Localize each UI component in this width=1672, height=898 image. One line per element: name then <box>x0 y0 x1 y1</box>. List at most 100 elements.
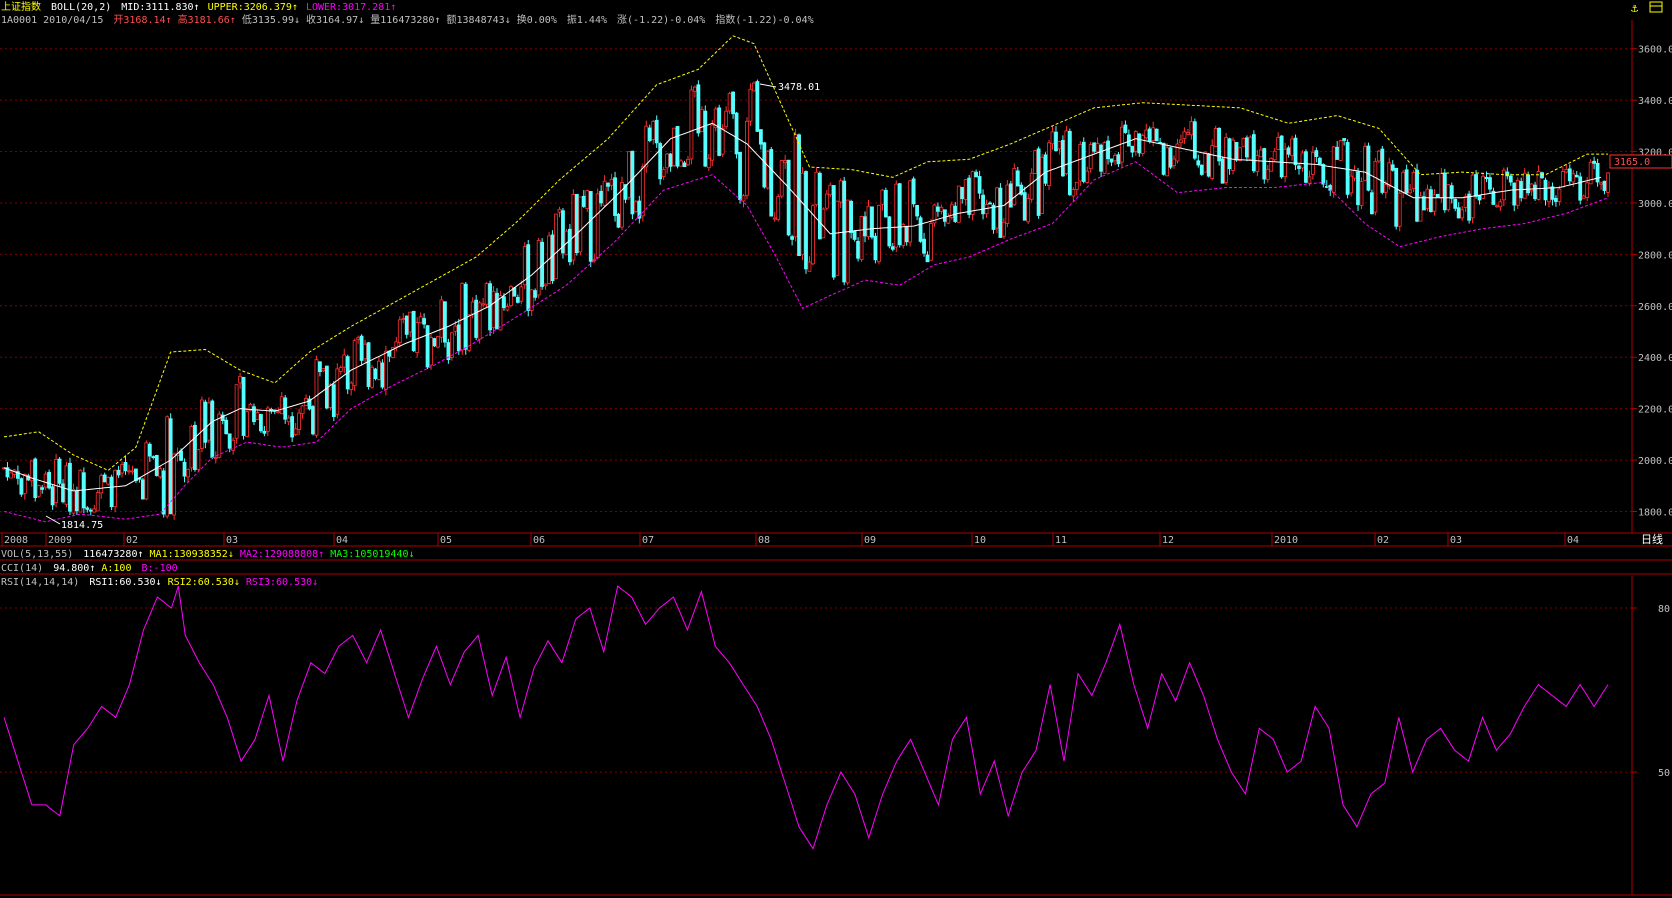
candle-body <box>404 315 409 335</box>
candle-body <box>113 469 117 507</box>
candle-body <box>1175 143 1180 162</box>
candle-body <box>484 283 489 305</box>
candle-body <box>1415 169 1419 222</box>
candle-body <box>43 473 48 488</box>
price-tick-label: 2600.00 <box>1638 302 1672 313</box>
candle-body <box>165 416 170 517</box>
candle-body <box>206 402 211 441</box>
candle-body <box>335 368 340 415</box>
candle-body <box>1581 195 1586 199</box>
candle-body <box>363 343 367 360</box>
candle-body <box>1352 169 1357 179</box>
candle-body <box>1092 142 1097 152</box>
candle-body <box>894 183 899 248</box>
candle-body <box>1331 146 1336 193</box>
candle-body <box>1186 132 1190 135</box>
candle-body <box>1061 139 1065 177</box>
candle-body <box>252 406 256 423</box>
candle-body <box>821 208 826 239</box>
candle-body <box>19 478 24 495</box>
candle-body <box>904 226 909 243</box>
candle-body <box>859 216 864 260</box>
candle-body <box>1304 151 1308 183</box>
candle-body <box>578 196 583 253</box>
candle-body <box>1442 172 1447 211</box>
candle-body <box>1373 161 1378 213</box>
candle-body <box>1578 176 1583 201</box>
candle-body <box>804 171 808 270</box>
candle-body <box>161 470 166 515</box>
candle-body <box>102 474 107 483</box>
candle-body <box>1567 168 1572 182</box>
candle-body <box>328 384 333 408</box>
candle-body <box>470 301 475 315</box>
candle-body <box>1179 139 1183 144</box>
candle-body <box>338 367 343 372</box>
candle-body <box>394 341 399 348</box>
svg-text:⚓: ⚓ <box>1631 1 1639 15</box>
candle-body <box>1547 186 1551 203</box>
candle-body <box>144 442 149 500</box>
candle-body <box>1022 192 1027 221</box>
candle-body <box>1165 147 1169 177</box>
candle-body <box>415 322 420 353</box>
time-axis-labels: 2008 2009 02 03 04 05 06 07 08 09 10 11 12 2010 02 03 04 <box>1 533 1579 546</box>
candle-body <box>1210 145 1215 179</box>
candle-body <box>265 407 270 432</box>
candle-body <box>1040 157 1044 214</box>
period-label[interactable]: 日线 <box>1641 532 1663 546</box>
stock-chart[interactable]: 1800.00 2000.00 2200.00 2400.00 2600.00 2800.… <box>0 0 1672 898</box>
candle-body <box>1099 144 1104 172</box>
candle-body <box>85 507 90 510</box>
candle-body <box>359 335 364 361</box>
candle-body <box>1387 162 1392 187</box>
candle-body <box>64 465 69 505</box>
candle-body <box>1571 173 1576 183</box>
candle-body <box>474 299 479 338</box>
candle-body <box>1279 135 1284 178</box>
anchor-icon[interactable]: ⚓ <box>1631 1 1639 15</box>
time-tick-label: 12 <box>1162 535 1174 546</box>
candle-body <box>689 89 694 160</box>
candle-body <box>814 171 819 206</box>
candle-body <box>1088 144 1093 170</box>
header-line-2: 1A0001 2010/04/15 开3168.14↑ 高3181.66↑ 低3… <box>1 13 814 26</box>
candle-body <box>568 228 572 263</box>
candle-body <box>491 290 496 329</box>
candle-body <box>762 142 767 188</box>
time-tick-label: 2008 <box>4 535 28 546</box>
candle-body <box>477 302 482 340</box>
candle-body <box>779 160 784 197</box>
candle-body <box>498 295 503 331</box>
candle-body <box>717 107 722 156</box>
candle-body <box>873 235 878 261</box>
candle-body <box>758 129 763 145</box>
candle-body <box>1536 171 1541 200</box>
candle-body <box>1317 157 1322 165</box>
rsi-info: RSI(14,14,14) RSI1:60.530↓ RSI2:60.530↓ … <box>1 577 318 588</box>
candle-body <box>68 462 72 512</box>
candle-body <box>1196 160 1201 166</box>
time-tick-label: 09 <box>864 535 876 546</box>
calendar-icon[interactable] <box>1649 1 1663 13</box>
candle-body <box>1262 148 1267 180</box>
candle-body <box>1307 176 1312 184</box>
candle-body <box>1238 147 1242 161</box>
candle-body <box>168 418 173 515</box>
candle-body <box>1123 124 1128 133</box>
candle-body <box>1300 152 1305 169</box>
time-tick-label: 10 <box>974 535 986 546</box>
candle-body <box>286 417 291 423</box>
candle-body <box>78 469 83 513</box>
candle-body <box>203 401 208 443</box>
price-grid <box>0 48 1632 512</box>
candle-body <box>870 206 874 238</box>
candle-body <box>456 324 461 352</box>
candle-body <box>897 183 902 246</box>
candle-body <box>75 490 79 512</box>
candle-body <box>1446 184 1451 211</box>
candle-body <box>1435 193 1440 198</box>
candle-body <box>838 180 843 203</box>
candle-body <box>1540 172 1544 179</box>
candle-body <box>22 474 27 494</box>
